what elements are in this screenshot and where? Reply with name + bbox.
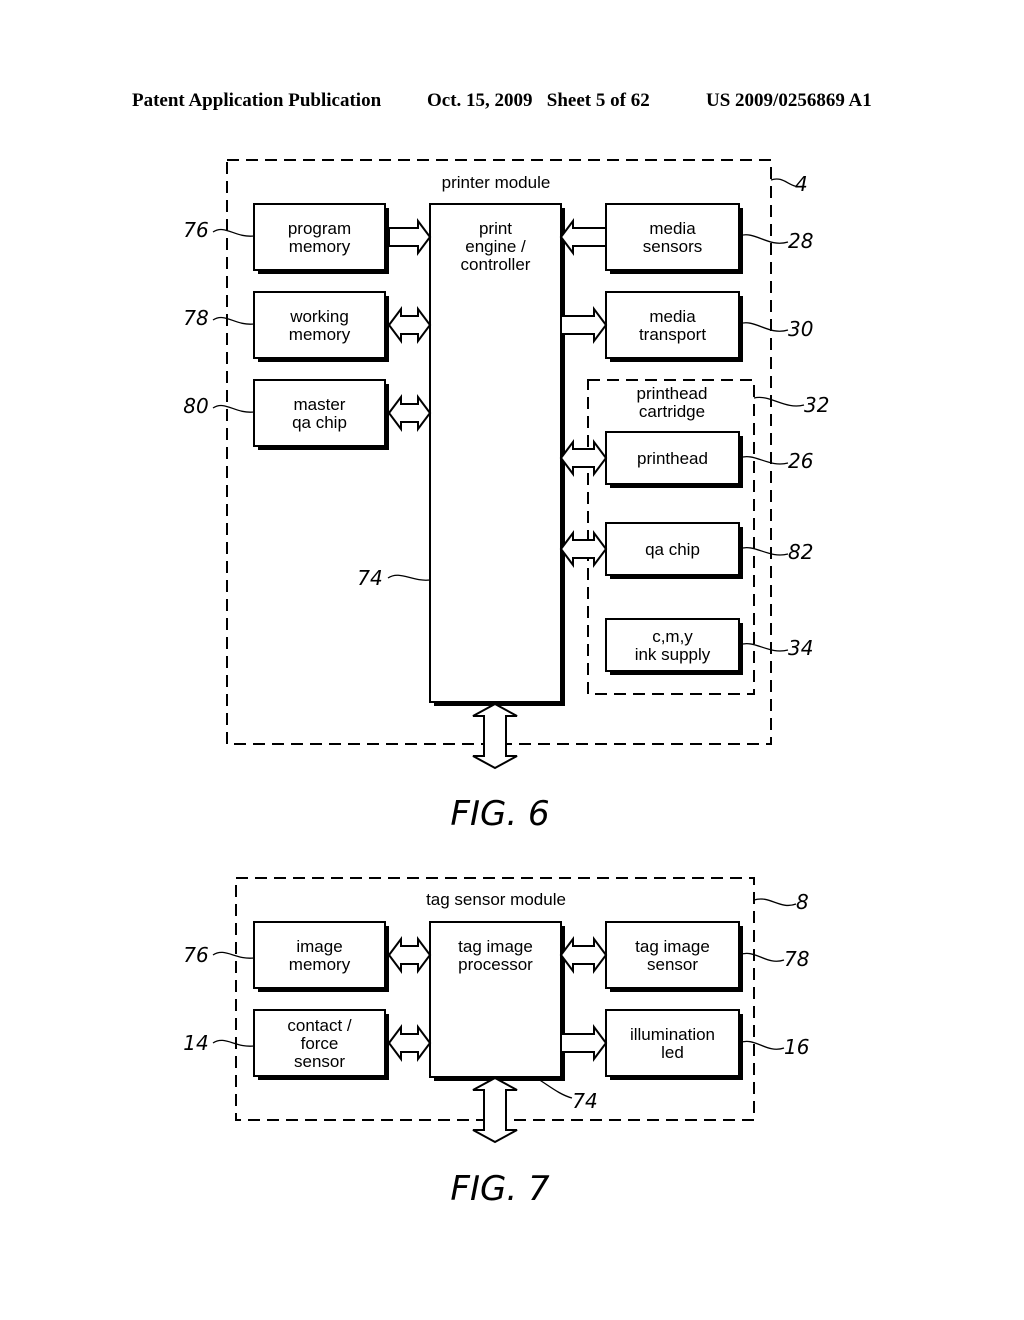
reference-numeral: 28 <box>788 229 813 253</box>
box-label: processor <box>458 955 533 974</box>
reference-numeral: 74 <box>357 566 382 590</box>
box-label: qa chip <box>292 413 347 432</box>
reference-numeral: 74 <box>572 1089 597 1113</box>
box-outline <box>429 203 562 703</box>
leader-line <box>537 1078 573 1099</box>
box-label: printhead <box>637 449 708 468</box>
box-label: memory <box>289 325 351 344</box>
reference-numeral: 14 <box>183 1031 208 1055</box>
patent-figures: printer module 4 printengine /controller 74… <box>183 159 829 1209</box>
reference-numeral: 82 <box>788 540 813 564</box>
leader-line <box>212 951 255 959</box>
box-label: led <box>661 1043 684 1062</box>
cartridge-block-1: qa chip <box>605 522 743 579</box>
box-label: ink supply <box>635 645 711 664</box>
reference-numeral: 34 <box>788 636 813 660</box>
reference-numeral: 4 <box>795 172 808 196</box>
leader-line <box>738 952 785 962</box>
leader-line <box>753 898 797 906</box>
connector-arrow <box>387 306 432 344</box>
right-block-1: mediatransport <box>605 291 743 362</box>
connector-arrow <box>387 1024 432 1062</box>
connector-arrow <box>559 218 607 256</box>
left-block-1: contact /forcesensor <box>253 1009 389 1080</box>
cartridge-block-0: printhead <box>605 431 743 488</box>
leader-line <box>738 322 789 332</box>
box-label: media <box>649 219 696 238</box>
reference-numeral: 30 <box>788 317 813 341</box>
left-block-0: imagememory <box>253 921 389 992</box>
box-label: sensors <box>643 237 703 256</box>
box-label: tag image <box>458 937 533 956</box>
reference-numeral: 8 <box>796 890 809 914</box>
box-label: master <box>294 395 346 414</box>
reference-numeral: 32 <box>804 393 829 417</box>
box-label: sensor <box>647 955 698 974</box>
leader-line <box>738 456 789 465</box>
leader-line <box>212 404 255 413</box>
left-block-2: masterqa chip <box>253 379 389 450</box>
reference-numeral: 16 <box>784 1035 809 1059</box>
right-block-1: illuminationled <box>605 1009 743 1080</box>
connector-arrow <box>387 394 432 432</box>
leader-line <box>738 234 789 244</box>
cartridge-title: cartridge <box>639 402 705 421</box>
box-label: illumination <box>630 1025 715 1044</box>
box-label: engine / <box>465 237 526 256</box>
cartridge-block-2: c,m,yink supply <box>605 618 743 675</box>
cartridge-title: printhead <box>637 384 708 403</box>
box-label: working <box>289 307 349 326</box>
box-label: memory <box>289 237 351 256</box>
reference-numeral: 80 <box>183 394 208 418</box>
box-label: transport <box>639 325 706 344</box>
connector-arrow <box>559 936 608 974</box>
leader-line <box>738 643 789 652</box>
leader-line <box>212 1039 255 1047</box>
reference-numeral: 76 <box>183 218 208 242</box>
left-block-0: programmemory <box>253 203 389 274</box>
figure-caption: FIG. 6 <box>450 794 549 834</box>
reference-numeral: 78 <box>183 306 208 330</box>
leader-line <box>738 547 789 556</box>
module-title: tag sensor module <box>426 890 566 909</box>
figure-caption: FIG. 7 <box>450 1169 550 1209</box>
box-label: sensor <box>294 1052 345 1071</box>
leader-line <box>212 316 255 325</box>
box-label: image <box>296 937 342 956</box>
left-block-1: workingmemory <box>253 291 389 362</box>
connector-arrow <box>387 936 432 974</box>
box-label: print <box>479 219 512 238</box>
print-engine-controller: printengine /controller <box>429 203 565 706</box>
leader-line <box>753 396 805 407</box>
box-label: program <box>288 219 351 238</box>
connector-arrow <box>559 530 608 568</box>
box-label: media <box>649 307 696 326</box>
box-label: memory <box>289 955 351 974</box>
box-label: controller <box>461 255 531 274</box>
connector-arrow <box>560 1024 608 1062</box>
box-label: force <box>301 1034 339 1053</box>
box-label: contact / <box>287 1016 352 1035</box>
external-bus-arrow <box>472 702 518 770</box>
box-label: qa chip <box>645 540 700 559</box>
right-block-0: tag imagesensor <box>605 921 743 992</box>
leader-line <box>387 574 431 581</box>
connector-arrow <box>559 439 608 477</box>
leader-line <box>212 228 255 237</box>
connector-arrow <box>388 218 432 256</box>
reference-numeral: 76 <box>183 943 208 967</box>
box-label: tag image <box>635 937 710 956</box>
right-block-0: mediasensors <box>605 203 743 274</box>
tag-image-processor: tag imageprocessor <box>429 921 565 1081</box>
leader-line <box>738 1040 785 1050</box>
connector-arrow <box>560 306 608 344</box>
reference-numeral: 26 <box>788 449 813 473</box>
module-title: printer module <box>442 173 551 192</box>
box-label: c,m,y <box>652 627 693 646</box>
external-bus-arrow <box>472 1076 518 1144</box>
reference-numeral: 78 <box>784 947 809 971</box>
